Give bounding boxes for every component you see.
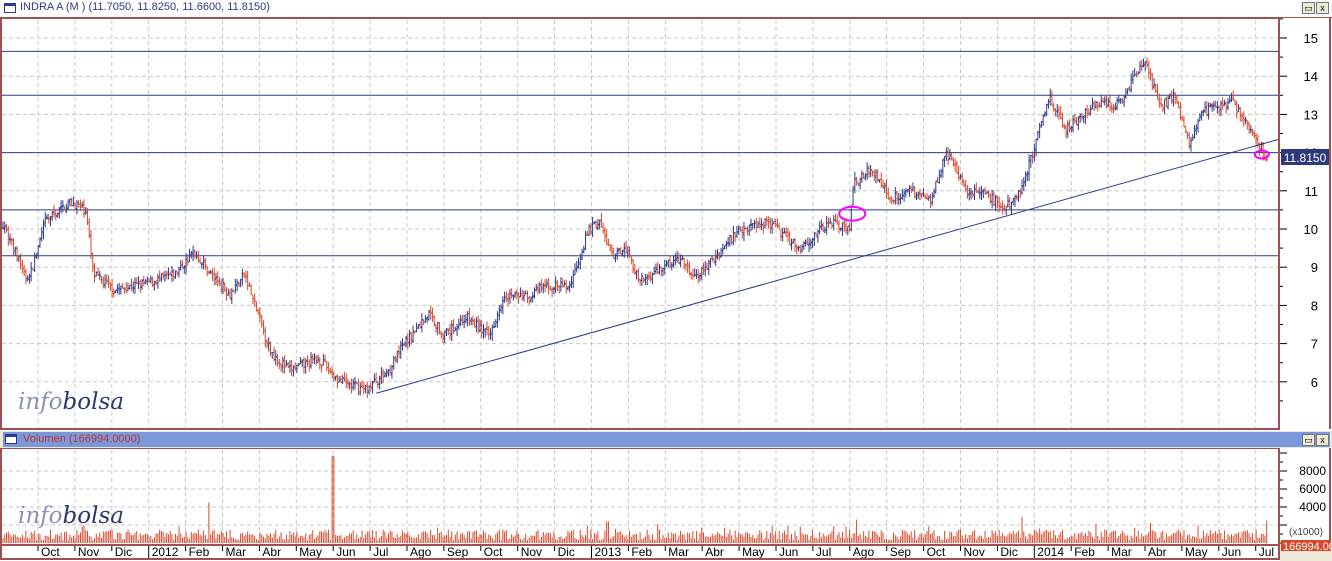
x-tick-label: Jul (1259, 545, 1274, 559)
maximize-icon: ▭ (1304, 435, 1313, 445)
x-tick-label: 2012 (152, 545, 179, 559)
maximize-icon: ▭ (1304, 3, 1313, 13)
x-tick-label: Nov (521, 545, 542, 559)
volume-readout: 166994.00 (1283, 541, 1332, 553)
y-tick-label: 6000 (1299, 482, 1326, 496)
y-tick-label: 6 (1311, 375, 1318, 390)
x-tick-label: Mar (1111, 545, 1132, 559)
y-tick-label: 10 (1304, 222, 1318, 237)
chart-window-title-bar: INDRA A (M ) (11.7050, 11.8250, 11.6600,… (0, 0, 1332, 18)
x-tick-label: Nov (78, 545, 99, 559)
volume-panel-header: Volumen (166994.0000) ▭ x (3, 432, 1330, 447)
watermark-logo: infobolsa (18, 503, 124, 529)
x-tick-label: Jun (1222, 545, 1241, 559)
x-tick-label: Jul (373, 545, 388, 559)
x-tick-label: Mar (226, 545, 247, 559)
y-tick-label: 15 (1304, 31, 1318, 46)
x-tick-label: Jun (336, 545, 355, 559)
x-tick-label: Feb (631, 545, 652, 559)
x-tick-label: Mar (668, 545, 689, 559)
x-tick-label: Nov (964, 545, 985, 559)
x-tick-label: Oct (927, 545, 946, 559)
y-tick-label: 13 (1304, 107, 1318, 122)
x-tick-label: Abr (1148, 545, 1167, 559)
x-tick-label: Dic (1000, 545, 1017, 559)
close-icon: x (1320, 435, 1325, 445)
volume-close-button[interactable]: x (1316, 434, 1329, 446)
x-tick-label: 2014 (1037, 545, 1064, 559)
chart-title: INDRA A (M ) (11.7050, 11.8250, 11.6600,… (20, 1, 270, 13)
y-tick-label: 7 (1311, 337, 1318, 352)
x-tick-label: Dic (115, 545, 132, 559)
volume-title: Volumen (166994.0000) (23, 433, 141, 445)
last-price-box: 11.8150 (1281, 149, 1329, 165)
x-tick-label: Abr (262, 545, 281, 559)
y-tick-label: 8 (1311, 298, 1318, 313)
y-tick-label: 8000 (1299, 464, 1326, 478)
window-icon (4, 3, 16, 13)
x-tick-label: May (742, 545, 765, 559)
price-chart: 6789101112131415 infobolsa 11.8150 (0, 18, 1332, 431)
y-tick-label: 11 (1305, 184, 1319, 199)
window-icon (5, 434, 17, 444)
x-tick-label: Sep (890, 545, 912, 559)
x-tick-label: Ago (853, 545, 875, 559)
close-icon: x (1320, 3, 1325, 13)
x-tick-label: Jul (816, 545, 831, 559)
x-tick-label: Ago (410, 545, 432, 559)
x-tick-label: Oct (484, 545, 503, 559)
x-tick-label: May (1185, 545, 1208, 559)
x-tick-label: Dic (558, 545, 575, 559)
y-tick-label: 9 (1311, 260, 1318, 275)
x-tick-label: Jun (779, 545, 798, 559)
maximize-button[interactable]: ▭ (1302, 2, 1315, 14)
y-tick-label: 14 (1304, 69, 1318, 84)
x-tick-label: Abr (705, 545, 724, 559)
x-tick-label: Feb (1074, 545, 1095, 559)
volume-chart: 4000 6000 8000 Oct Nov Dic 2012 Feb Mar Abr May Ju… (0, 448, 1332, 561)
x-tick-label: 2013 (595, 545, 622, 559)
x-tick-label: Sep (447, 545, 469, 559)
x-tick-label: Oct (41, 545, 60, 559)
last-price-label: 11.8150 (1284, 151, 1327, 165)
volume-unit-label: (x1000) (1289, 527, 1323, 538)
x-tick-label: Feb (189, 545, 210, 559)
x-tick-label: May (299, 545, 322, 559)
volume-maximize-button[interactable]: ▭ (1302, 434, 1315, 446)
y-tick-label: 4000 (1299, 500, 1326, 514)
watermark-logo: infobolsa (18, 389, 124, 415)
close-button[interactable]: x (1316, 2, 1329, 14)
